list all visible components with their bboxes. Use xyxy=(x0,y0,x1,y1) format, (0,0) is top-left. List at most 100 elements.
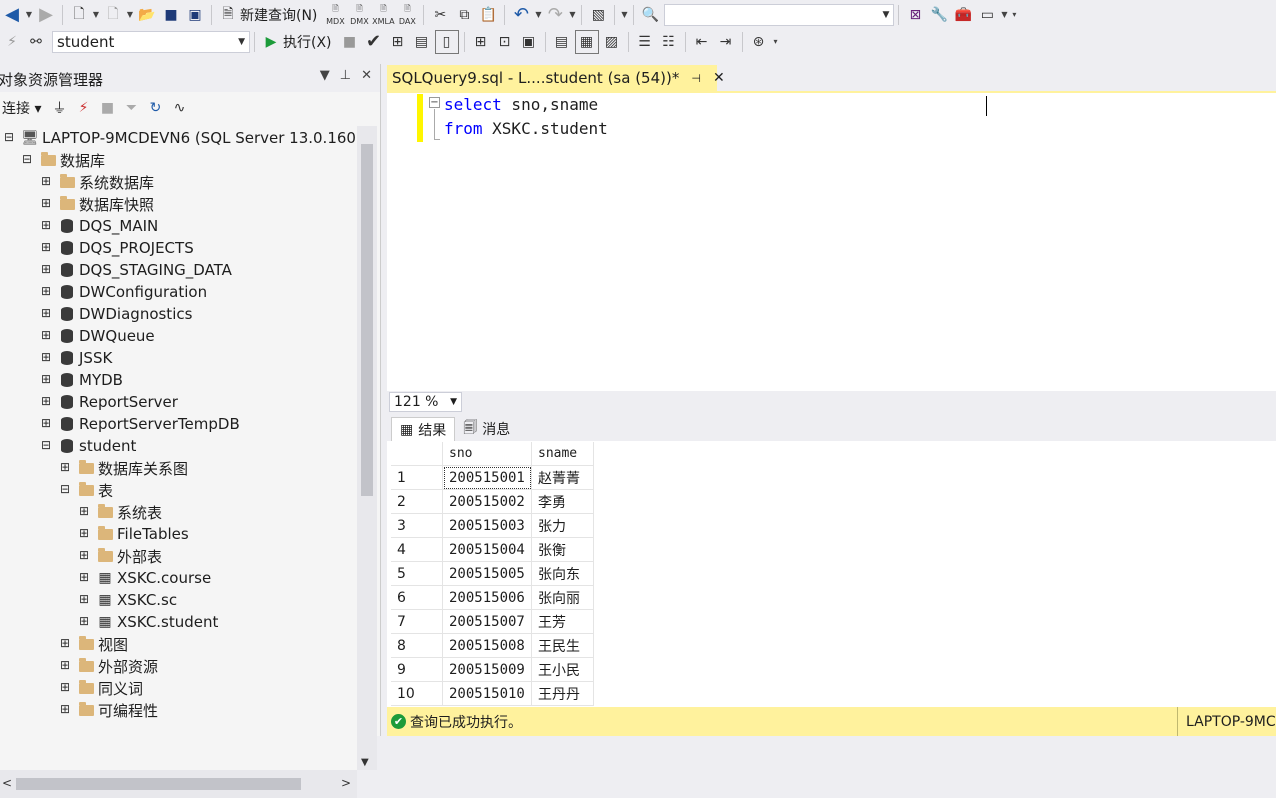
expand-icon[interactable]: ⊞ xyxy=(60,681,70,693)
expand-icon[interactable]: ⊞ xyxy=(60,461,70,473)
expand-icon[interactable]: ⊞ xyxy=(79,593,89,605)
tree-node[interactable]: ⊞ 数据库快照 xyxy=(41,193,154,215)
visual-studio-icon[interactable]: ⊠ xyxy=(904,4,926,26)
tree-node[interactable]: ⊞ DQS_MAIN xyxy=(41,215,158,237)
new-project-dropdown-icon[interactable]: ▼ xyxy=(91,4,101,26)
filter-icon[interactable]: ⏷ xyxy=(120,97,142,119)
expand-icon[interactable]: ⊞ xyxy=(41,307,51,319)
save-icon[interactable]: ■ xyxy=(160,4,182,26)
scrollbar-thumb[interactable] xyxy=(16,778,301,790)
undo-icon[interactable]: ↶ xyxy=(510,4,532,26)
expand-icon[interactable]: ⊞ xyxy=(79,527,89,539)
database-select[interactable]: student ▼ xyxy=(52,30,250,53)
expand-icon[interactable]: ⊞ xyxy=(41,395,51,407)
execute-icon[interactable]: ▶ xyxy=(260,31,282,53)
grid-cell[interactable]: 李勇 xyxy=(532,490,594,514)
specify-values-icon[interactable]: ⊛ xyxy=(748,31,770,53)
cut-icon[interactable]: ✂ xyxy=(429,4,451,26)
collapse-icon[interactable]: − xyxy=(429,97,440,108)
find-in-files-icon[interactable]: 🔍 xyxy=(639,4,661,26)
expand-icon[interactable]: ⊞ xyxy=(41,351,51,363)
grid-cell[interactable]: 王民生 xyxy=(532,634,594,658)
uncomment-icon[interactable]: ☷ xyxy=(658,31,680,53)
tree-node[interactable]: ⊟ 数据库 xyxy=(22,149,105,171)
tree-node[interactable]: ⊞ DWQueue xyxy=(41,325,155,347)
toolbox-icon[interactable]: 🧰 xyxy=(952,4,974,26)
tree-node[interactable]: ⊞ ReportServer xyxy=(41,391,178,413)
tree-node[interactable]: ⊞ 外部表 xyxy=(79,545,162,567)
refresh-icon[interactable]: ↻ xyxy=(144,97,166,119)
connect-plug-icon[interactable]: ⏚ xyxy=(48,97,70,119)
tree-node[interactable]: ⊞ JSSK xyxy=(41,347,112,369)
tab-messages[interactable]: 🗐 消息 xyxy=(455,417,518,441)
save-all-icon[interactable]: ▣ xyxy=(184,4,206,26)
tree-vertical-scrollbar[interactable]: ▼ xyxy=(357,126,377,770)
tree-node[interactable]: ⊞ DWDiagnostics xyxy=(41,303,192,325)
disconnect-icon[interactable]: ⚡ xyxy=(72,97,94,119)
expand-icon[interactable]: ⊞ xyxy=(60,637,70,649)
forward-icon[interactable]: ▶ xyxy=(35,4,57,26)
grid-cell[interactable]: 200515003 xyxy=(443,514,532,538)
intellisense-icon[interactable]: ▯ xyxy=(434,29,459,54)
results-to-grid-icon[interactable]: ▦ xyxy=(574,29,599,54)
row-number[interactable]: 1 xyxy=(391,466,443,490)
zoom-select[interactable]: 121 % ▼ xyxy=(389,392,462,412)
row-number[interactable]: 4 xyxy=(391,538,443,562)
dax-query-icon[interactable]: 🗎 DAX xyxy=(396,4,418,26)
row-number[interactable]: 7 xyxy=(391,610,443,634)
grid-cell[interactable]: 王小民 xyxy=(532,658,594,682)
tree-node[interactable]: ⊟ 🖥 LAPTOP-9MCDEVN6 (SQL Server 13.0.1601.… xyxy=(4,127,357,149)
include-plan-icon[interactable]: ⊞ xyxy=(470,31,492,53)
scroll-left-icon[interactable]: < xyxy=(2,776,12,790)
expand-icon[interactable]: ⊞ xyxy=(41,219,51,231)
live-stats-icon[interactable]: ⊡ xyxy=(494,31,516,53)
new-query-button[interactable]: 新建查询(N) xyxy=(240,5,317,25)
row-number[interactable]: 9 xyxy=(391,658,443,682)
redo-icon[interactable]: ↷ xyxy=(544,4,566,26)
code-line-1[interactable]: select sno,sname xyxy=(444,95,598,114)
add-item-icon[interactable]: 🗋 xyxy=(102,4,124,26)
expand-icon[interactable]: ⊞ xyxy=(41,197,51,209)
row-number[interactable]: 10 xyxy=(391,682,443,706)
column-header[interactable]: sno xyxy=(443,442,532,466)
connect-icon[interactable]: ⚡ xyxy=(1,31,23,53)
back-icon[interactable]: ◀ xyxy=(1,4,23,26)
expand-icon[interactable]: ⊞ xyxy=(41,373,51,385)
tree-node[interactable]: ⊟ 表 xyxy=(60,479,113,501)
grid-cell[interactable]: 张力 xyxy=(532,514,594,538)
cancel-query-icon[interactable]: ■ xyxy=(339,31,361,53)
undo-dropdown-icon[interactable]: ▼ xyxy=(533,4,543,26)
new-query-icon[interactable]: 🗎 xyxy=(217,4,239,26)
scroll-down-icon[interactable]: ▼ xyxy=(361,757,369,768)
row-number[interactable]: 3 xyxy=(391,514,443,538)
grid-corner[interactable] xyxy=(391,442,443,466)
scrollbar-thumb[interactable] xyxy=(361,144,373,496)
parse-icon[interactable]: ✔ xyxy=(363,31,385,53)
decrease-indent-icon[interactable]: ⇤ xyxy=(691,31,713,53)
scroll-right-icon[interactable]: > xyxy=(341,776,351,790)
expand-icon[interactable]: ⊞ xyxy=(41,263,51,275)
column-header[interactable]: sname xyxy=(532,442,594,466)
expand-icon[interactable]: ⊞ xyxy=(79,615,89,627)
mdx-query-icon[interactable]: 🗎 MDX xyxy=(324,4,346,26)
tree-node[interactable]: ⊞ 外部资源 xyxy=(60,655,158,677)
estimated-plan-icon[interactable]: ⊞ xyxy=(387,31,409,53)
results-to-file-icon[interactable]: ▨ xyxy=(601,31,623,53)
tab-sqlquery9[interactable]: SQLQuery9.sql - L....student (sa (54))* … xyxy=(387,65,725,91)
row-number[interactable]: 2 xyxy=(391,490,443,514)
expand-icon[interactable]: ⊞ xyxy=(79,571,89,583)
xmla-query-icon[interactable]: 🗎 XMLA xyxy=(372,4,395,26)
grid-cell[interactable]: 王丹丹 xyxy=(532,682,594,706)
command-window-icon[interactable]: ▭ xyxy=(976,4,998,26)
toolbar2-overflow-icon[interactable]: ▾ xyxy=(771,31,781,53)
collapse-icon[interactable]: ⊟ xyxy=(60,483,70,495)
tree-node[interactable]: ⊞ 可编程性 xyxy=(60,699,158,721)
wrench-icon[interactable]: 🔧 xyxy=(928,4,950,26)
query-designer-icon[interactable]: ▤ xyxy=(411,31,433,53)
tree-node[interactable]: ⊟ student xyxy=(41,435,136,457)
close-icon[interactable]: ✕ xyxy=(361,68,372,83)
paste-icon[interactable]: 📋 xyxy=(477,4,499,26)
new-project-icon[interactable]: 🗋 xyxy=(68,4,90,26)
toolbar-overflow-icon[interactable]: ▾ xyxy=(1009,4,1019,26)
results-to-text-icon[interactable]: ▤ xyxy=(551,31,573,53)
